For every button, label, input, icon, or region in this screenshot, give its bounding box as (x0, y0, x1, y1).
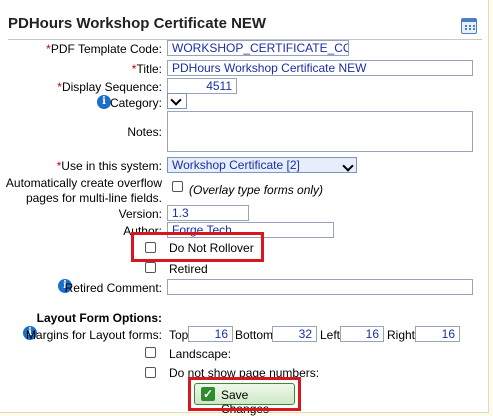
notes-label: Notes: (127, 125, 162, 139)
landscape-label: Landscape: (169, 347, 232, 361)
version-input[interactable]: 1.3 (167, 205, 249, 221)
use-in-system-value: Workshop Certificate [2] (172, 158, 300, 172)
overflow-label-line2: pages for multi-line fields. (25, 191, 162, 205)
margin-top-input[interactable]: 16 (188, 326, 233, 342)
margin-left-input[interactable]: 16 (340, 326, 384, 342)
display-sequence-label: *Display Sequence: (57, 80, 162, 94)
title-label: *Title: (131, 62, 162, 76)
retired-label: Retired (169, 262, 208, 276)
use-in-system-label: *Use in this system: (56, 159, 162, 173)
version-label: Version: (118, 207, 162, 221)
overflow-label-line1: Automatically create overflow (5, 176, 162, 190)
display-sequence-input[interactable]: 4511 (167, 78, 237, 94)
retired-checkbox[interactable] (145, 262, 156, 273)
retired-comment-input[interactable] (167, 279, 473, 295)
overflow-checkbox[interactable] (172, 181, 183, 192)
chevron-down-icon (342, 160, 354, 172)
form-panel: PDHours Workshop Certificate NEW *PDF Te… (0, 0, 489, 416)
landscape-checkbox[interactable] (145, 347, 156, 358)
layout-options-heading: Layout Form Options: (36, 311, 162, 325)
chevron-down-icon (170, 94, 182, 106)
calendar-icon[interactable] (461, 18, 477, 34)
title-input[interactable]: PDHours Workshop Certificate NEW (167, 60, 473, 76)
category-label: Category: (109, 96, 162, 110)
margin-right-input[interactable]: 16 (415, 326, 460, 342)
pdf-template-code-label: *PDF Template Code: (46, 42, 162, 56)
pdf-template-code-value: WORKSHOP_CERTIFICATE_COPY (167, 40, 349, 56)
use-in-system-select[interactable]: Workshop Certificate [2] (167, 157, 357, 173)
retired-comment-label: Retired Comment: (64, 281, 162, 295)
margin-right-label: Right: (387, 328, 419, 342)
category-info-icon[interactable]: i (97, 95, 111, 109)
margin-bottom-label: Bottom: (235, 328, 277, 342)
overflow-hint: (Overlay type forms only) (189, 183, 324, 197)
margins-label: Margins for Layout forms: (25, 328, 162, 342)
highlight-save-changes (188, 377, 301, 411)
highlight-do-not-rollover (131, 232, 264, 262)
notes-textarea[interactable] (167, 111, 473, 152)
no-page-numbers-checkbox[interactable] (145, 367, 156, 378)
page-title: PDHours Workshop Certificate NEW (8, 15, 267, 32)
margin-bottom-input[interactable]: 32 (272, 326, 317, 342)
category-select[interactable] (167, 93, 187, 109)
